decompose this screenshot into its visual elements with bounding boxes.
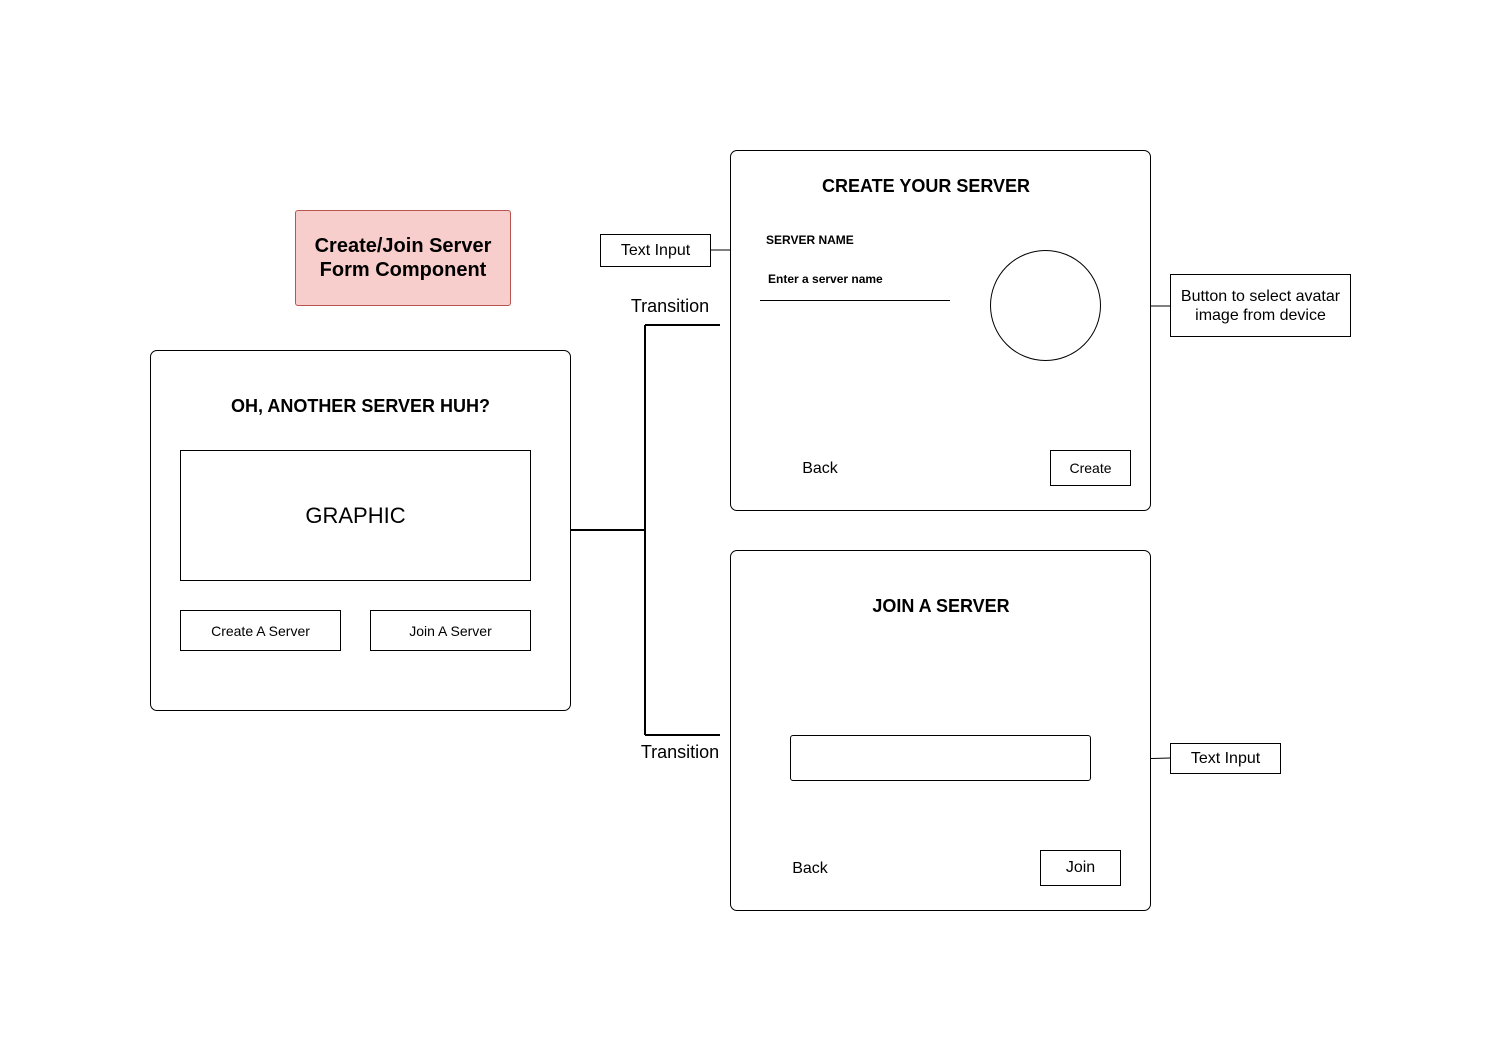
transition-label-top: Transition <box>630 295 710 316</box>
transition-label-bottom: Transition <box>640 741 720 762</box>
avatar-upload-button[interactable] <box>990 250 1101 361</box>
component-title-note: Create/Join Server Form Component <box>295 210 511 306</box>
create-button[interactable]: Create <box>1050 450 1131 486</box>
server-name-label: SERVER NAME <box>766 233 854 247</box>
create-a-server-button[interactable]: Create A Server <box>180 610 341 651</box>
join-button[interactable]: Join <box>1040 850 1121 886</box>
text-input-annotation-top: Text Input <box>600 234 711 267</box>
avatar-button-annotation: Button to select avatar image from devic… <box>1170 274 1351 337</box>
join-server-heading: JOIN A SERVER <box>872 595 1010 616</box>
join-code-input[interactable] <box>790 735 1091 781</box>
server-name-placeholder: Enter a server name <box>768 272 883 286</box>
join-a-server-button[interactable]: Join A Server <box>370 610 531 651</box>
create-back-button[interactable]: Back <box>780 458 860 480</box>
graphic-placeholder: GRAPHIC <box>180 450 531 581</box>
create-server-heading: CREATE YOUR SERVER <box>821 175 1031 196</box>
server-name-input[interactable]: Enter a server name <box>760 270 950 301</box>
transition-bracket <box>571 324 720 736</box>
join-back-button[interactable]: Back <box>770 858 850 880</box>
server-choice-heading: OH, ANOTHER SERVER HUH? <box>230 395 491 416</box>
text-input-annotation-bottom: Text Input <box>1170 743 1281 774</box>
